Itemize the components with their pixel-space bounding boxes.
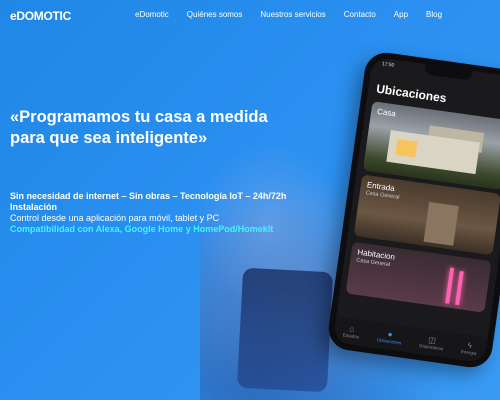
top-navigation: eDOMOTIC eDomotic Quiénes somos Nuestros… — [0, 0, 500, 30]
tab-label: Energia — [460, 348, 477, 357]
phone-mockup: 17:50 Ubicaciones Casa Entrada Casa Gene… — [325, 49, 500, 371]
background-hand-phone — [236, 267, 334, 393]
hero-title: «Programamos tu casa a medida para que s… — [10, 108, 268, 147]
phone-notch — [423, 64, 473, 81]
nav-link-edomotic[interactable]: eDomotic — [135, 10, 169, 19]
app-screen-title: Ubicaciones — [375, 81, 448, 106]
tab-estados: ⌂ Estados — [343, 323, 361, 339]
tab-ubicaciones: ● Ubicaciones — [376, 328, 403, 346]
feature-line-requirements: Sin necesidad de internet – Sin obras – … — [10, 191, 287, 201]
tab-energia: ϟ Energia — [461, 340, 478, 356]
nav-link-servicios[interactable]: Nuestros servicios — [260, 10, 325, 19]
nav-link-contacto[interactable]: Contacto — [344, 10, 376, 19]
feature-line-installation: Instalación — [10, 202, 58, 212]
nav-link-quienes-somos[interactable]: Quiénes somos — [187, 10, 243, 19]
status-time: 17:50 — [381, 61, 395, 69]
card-label: Casa — [376, 106, 397, 119]
neon-light — [445, 267, 455, 304]
tab-dispositivos: ◫ Dispositivos — [419, 334, 445, 351]
nav-link-blog[interactable]: Blog — [426, 10, 442, 19]
house-window — [395, 139, 418, 158]
neon-light — [455, 270, 464, 306]
nav-link-app[interactable]: App — [394, 10, 408, 19]
nav-links: eDomotic Quiénes somos Nuestros servicio… — [135, 10, 460, 19]
tab-label: Dispositivos — [418, 343, 444, 352]
tab-label: Ubicaciones — [376, 337, 402, 346]
site-logo[interactable]: eDOMOTIC — [10, 9, 71, 23]
feature-line-compatibility: Compatibilidad con Alexa, Google Home y … — [10, 224, 274, 234]
entrance-image — [423, 202, 459, 246]
tab-label: Estados — [342, 332, 360, 340]
location-card-habitacion: Habitacion Casa General — [345, 241, 492, 313]
feature-line-control: Control desde una aplicación para móvil,… — [10, 213, 220, 223]
feature-list: Sin necesidad de internet – Sin obras – … — [10, 191, 330, 235]
card-sublabel: Casa General — [365, 190, 400, 201]
phone-screen: 17:50 Ubicaciones Casa Entrada Casa Gene… — [332, 56, 500, 364]
